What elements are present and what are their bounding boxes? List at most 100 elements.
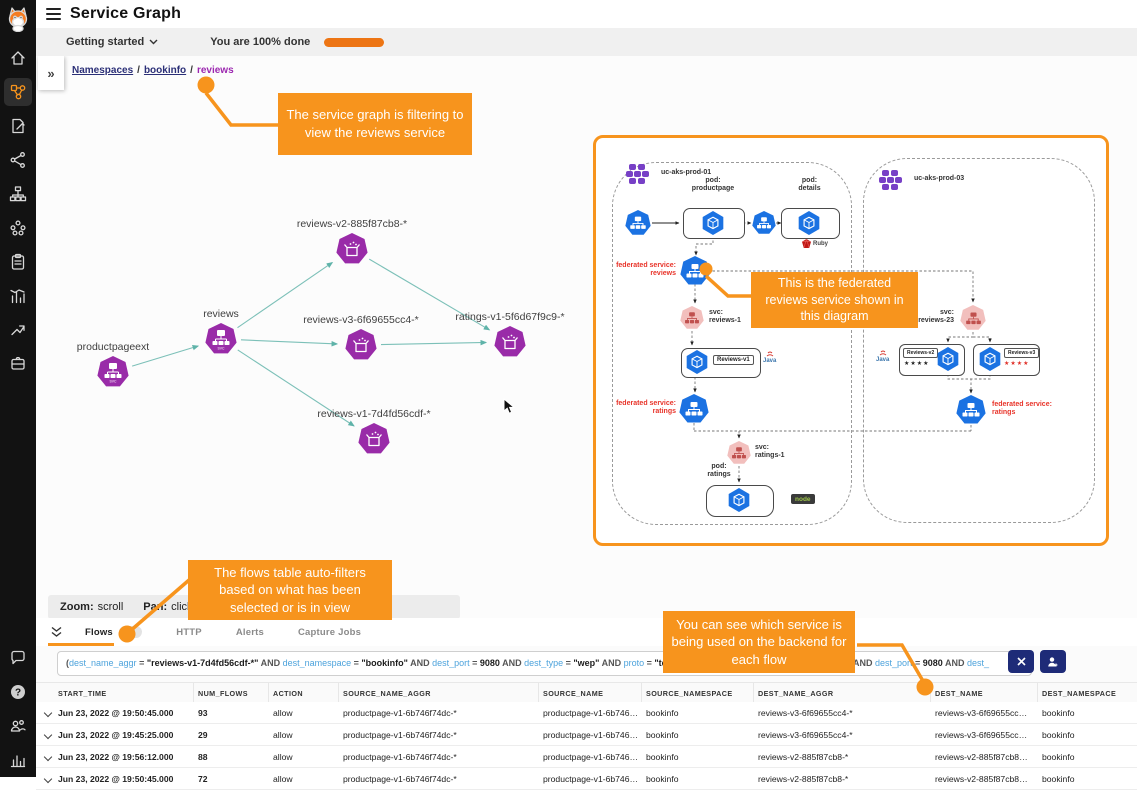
getting-started-dropdown[interactable]: Getting started [66,36,144,48]
table-row[interactable]: Jun 23, 2022 @ 19:45:25.00029allowproduc… [36,724,1137,746]
sidebar-item-metrics[interactable] [4,282,32,310]
table-cell: bookinfo [642,774,754,784]
table-cell: bookinfo [1038,730,1137,740]
rating-stars-red: ★★★★ [1004,360,1030,367]
chevron-down-icon[interactable] [149,39,158,45]
table-row[interactable]: Jun 23, 2022 @ 19:56:12.00088allowproduc… [36,746,1137,768]
row-expand-chevron-icon[interactable] [44,708,52,716]
col-dest-namespace[interactable]: DEST_NAMESPACE [1038,683,1137,703]
close-icon [1017,657,1026,666]
graph-node-reviews-v1[interactable]: reviews-v1-7d4fd56cdf-* [317,408,430,453]
sidebar-item-home[interactable] [4,44,32,72]
col-num-flows[interactable]: NUM_FLOWS [194,683,269,703]
breadcrumb: Namespaces/bookinfo/reviews [72,65,234,76]
clear-filter-button[interactable] [1008,650,1034,673]
svg-text:ratings-v1-5f6d67f9c9-*: ratings-v1-5f6d67f9c9-* [455,311,564,323]
menu-icon[interactable] [46,6,61,22]
col-dest-name-aggr[interactable]: DEST_NAME_AGGR [754,683,931,703]
isovalent-logo [4,5,32,33]
clusters-icon [9,219,27,237]
breadcrumb-reviews: reviews [197,65,234,76]
col-source-name[interactable]: SOURCE_NAME [539,683,642,703]
page-title: Service Graph [70,5,181,23]
table-cell: productpage-v1-6b746f74dc-* [339,774,539,784]
tab-flows[interactable]: Flows 20 [85,626,142,638]
table-cell: reviews-v2-885f87cb8… [931,774,1038,784]
trend-arrow-icon [9,321,27,339]
table-row[interactable]: Jun 23, 2022 @ 19:50:45.00072allowproduc… [36,768,1137,790]
table-cell: productpage-v1-6b746f74dc-* [339,730,539,740]
table-cell: 93 [194,708,269,718]
sidebar: ? [0,0,36,777]
tab-alerts[interactable]: Alerts [236,627,264,638]
tab-http[interactable]: HTTP [176,627,202,638]
sidebar-item-trends[interactable] [4,316,32,344]
table-cell: reviews-v3-6f69655cc4-* [754,708,931,718]
table-row[interactable]: Jun 23, 2022 @ 19:50:45.00093allowproduc… [36,702,1137,724]
sidebar-item-help[interactable]: ? [4,678,32,706]
row-expand-chevron-icon[interactable] [44,752,52,760]
tab-capture-jobs[interactable]: Capture Jobs [298,627,361,638]
sidebar-item-audit[interactable] [4,248,32,276]
table-cell: productpage-v1-6b746f74dc-* [339,708,539,718]
service-graph-canvas[interactable]: » Namespaces/bookinfo/reviews SVCproduct… [36,56,1137,618]
table-cell: reviews-v2-885f87cb8-* [754,774,931,784]
sidebar-item-policy-editor[interactable] [4,112,32,140]
svc-reviews-1-label: svc: reviews-1 [709,309,741,326]
breadcrumb-namespaces[interactable]: Namespaces [72,65,133,76]
sidebar-item-sitemap[interactable] [4,180,32,208]
table-cell: Jun 23, 2022 @ 19:56:12.000 [54,752,194,762]
network-icon [9,151,27,169]
table-cell: productpage-v1-6b746… [539,774,642,784]
progress-bar [324,38,384,47]
sidebar-item-service-map[interactable] [4,78,32,106]
table-cell: bookinfo [1038,774,1137,784]
mouse-cursor [503,398,517,415]
service-map-icon [9,83,27,101]
reviews-v1-label: Reviews-v1 [713,355,754,365]
graph-node-reviews-v2[interactable]: reviews-v2-885f87cb8-* [297,218,407,263]
callout-federated-service: This is the federated reviews service sh… [751,272,918,328]
sidebar-item-clusters[interactable] [4,214,32,242]
svg-text:productpageext: productpageext [77,341,149,353]
flows-table-header: START_TIME NUM_FLOWS ACTION SOURCE_NAME_… [36,682,1137,704]
ruby-logo: Ruby [802,239,828,248]
reviews-v2-label: Reviews-v2 [903,348,938,358]
row-expand-chevron-icon[interactable] [44,774,52,782]
row-expand-chevron-icon[interactable] [44,730,52,738]
table-cell: bookinfo [1038,752,1137,762]
reviews-v3-label: Reviews-v3 [1004,348,1039,358]
table-cell: productpage-v1-6b746f74dc-* [339,752,539,762]
col-source-name-aggr[interactable]: SOURCE_NAME_AGGR [339,683,539,703]
col-dest-name[interactable]: DEST_NAME [931,683,1038,703]
user-filter-button[interactable] [1040,650,1066,673]
callout-backend-service: You can see which service is being used … [663,611,855,673]
table-cell: 29 [194,730,269,740]
table-cell: productpage-v1-6b746… [539,730,642,740]
table-cell: 72 [194,774,269,784]
flow-filter-bar: (dest_name_aggr = "reviews-v1-7d4fd56cdf… [36,646,1137,682]
sidebar-item-team[interactable] [4,712,32,740]
sidebar-item-storage[interactable] [4,350,32,378]
top-bar: Service Graph [36,0,1137,28]
architecture-diagram-panel: uc-aks-prod-01 uc-aks-prod-03 pod: produ… [593,135,1109,546]
sidebar-item-usage[interactable] [4,746,32,774]
col-action[interactable]: ACTION [269,683,339,703]
chat-bubble-icon [9,649,27,667]
table-cell: bookinfo [642,752,754,762]
collapse-sidepanel-button[interactable]: » [38,56,64,90]
breadcrumb-bookinfo[interactable]: bookinfo [144,65,186,76]
sidebar-item-chat[interactable] [4,644,32,672]
rating-stars-black: ★★★★ [904,360,930,367]
graph-node-ratings-v1[interactable]: ratings-v1-5f6d67f9c9-* [455,311,564,356]
flow-filter-input[interactable]: (dest_name_aggr = "reviews-v1-7d4fd56cdf… [57,651,1032,676]
graph-node-reviews-v3[interactable]: reviews-v3-6f69655cc4-* [303,314,419,359]
col-start-time[interactable]: START_TIME [54,683,194,703]
sidebar-item-network[interactable] [4,146,32,174]
graph-node-reviews[interactable]: SVCreviews [203,308,239,353]
callout-filter-graph: The service graph is filtering to view t… [278,93,472,155]
sitemap-icon [9,185,27,203]
col-source-namespace[interactable]: SOURCE_NAMESPACE [642,683,754,703]
collapse-flows-icon[interactable] [50,626,63,638]
table-cell: Jun 23, 2022 @ 19:50:45.000 [54,708,194,718]
